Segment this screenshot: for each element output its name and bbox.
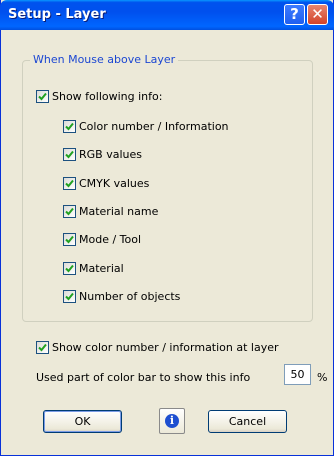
- rgb-label: RGB values: [79, 148, 142, 161]
- checkmark-icon[interactable]: [36, 90, 49, 103]
- material-checkbox[interactable]: Material: [63, 262, 124, 276]
- help-button[interactable]: ?: [284, 4, 305, 25]
- help-icon: ?: [290, 5, 299, 23]
- rgb-checkbox[interactable]: RGB values: [63, 148, 142, 162]
- color-bar-percent-input[interactable]: [284, 364, 311, 385]
- window-title: Setup - Layer: [8, 7, 106, 22]
- close-button[interactable]: ✕: [307, 4, 328, 25]
- color-bar-label: Used part of color bar to show this info: [36, 371, 251, 384]
- ok-button[interactable]: OK: [43, 410, 122, 433]
- checkmark-icon[interactable]: [63, 205, 76, 218]
- info-icon: i: [165, 414, 179, 428]
- checkmark-icon[interactable]: [63, 233, 76, 246]
- close-icon: ✕: [311, 5, 324, 23]
- mode-tool-checkbox[interactable]: Mode / Tool: [63, 233, 141, 247]
- color-number-checkbox[interactable]: Color number / Information: [63, 120, 229, 134]
- show-at-layer-label: Show color number / information at layer: [52, 341, 279, 354]
- checkmark-icon[interactable]: [63, 120, 76, 133]
- cmyk-checkbox[interactable]: CMYK values: [63, 177, 149, 191]
- material-name-label: Material name: [79, 205, 159, 218]
- color-number-label: Color number / Information: [79, 120, 229, 133]
- show-at-layer-checkbox[interactable]: Show color number / information at layer: [36, 341, 279, 355]
- num-objects-label: Number of objects: [79, 290, 181, 303]
- cancel-button[interactable]: Cancel: [208, 410, 287, 433]
- material-name-checkbox[interactable]: Material name: [63, 205, 158, 219]
- show-info-checkbox[interactable]: Show following info:: [36, 90, 162, 104]
- num-objects-checkbox[interactable]: Number of objects: [63, 290, 180, 304]
- mode-tool-label: Mode / Tool: [79, 233, 142, 246]
- checkmark-icon[interactable]: [36, 341, 49, 354]
- group-legend: When Mouse above Layer: [30, 53, 179, 66]
- material-label: Material: [79, 262, 124, 275]
- title-bar[interactable]: Setup - Layer ? ✕: [0, 0, 334, 30]
- checkmark-icon[interactable]: [63, 177, 76, 190]
- checkmark-icon[interactable]: [63, 148, 76, 161]
- percent-unit: %: [317, 371, 328, 384]
- checkmark-icon[interactable]: [63, 262, 76, 275]
- checkmark-icon[interactable]: [63, 290, 76, 303]
- info-button[interactable]: i: [159, 408, 185, 434]
- setup-layer-dialog: Setup - Layer ? ✕ When Mouse above Layer…: [0, 0, 334, 456]
- show-info-label: Show following info:: [52, 90, 163, 103]
- cmyk-label: CMYK values: [79, 177, 150, 190]
